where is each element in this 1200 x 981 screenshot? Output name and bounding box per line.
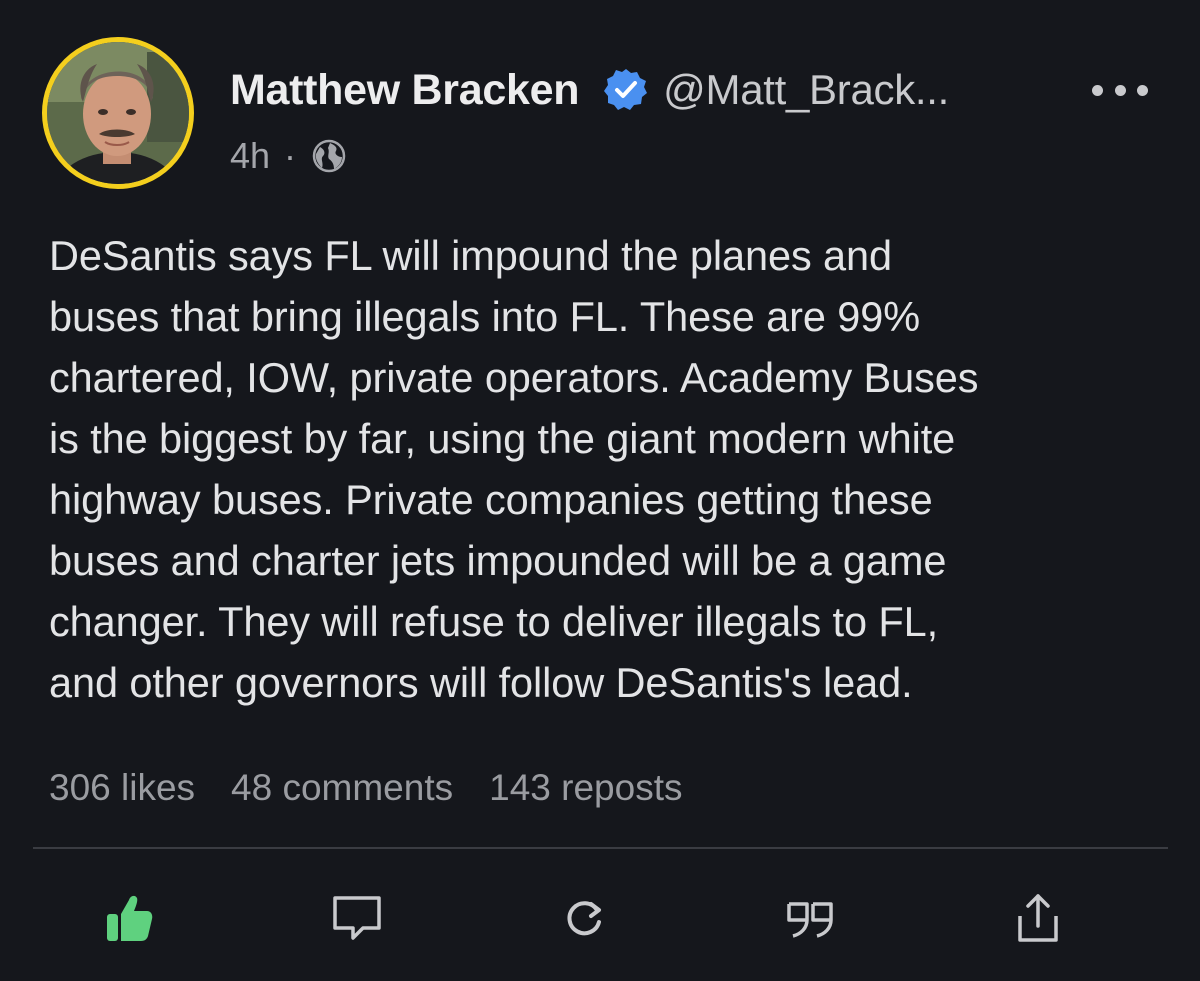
comments-count[interactable]: 48 comments <box>231 767 453 809</box>
post-body-line: is the biggest by far, using the giant m… <box>49 415 956 462</box>
repost-button[interactable] <box>555 888 615 948</box>
post-body-line: and other governors will follow DeSantis… <box>49 659 913 706</box>
divider <box>33 847 1168 849</box>
post-body-line: changer. They will refuse to deliver ill… <box>49 598 939 645</box>
post-body-line: DeSantis says FL will impound the planes… <box>49 232 892 279</box>
post-card: Matthew Bracken @Matt_Brack... 4h · DeSa… <box>0 0 1200 981</box>
post-body: DeSantis says FL will impound the planes… <box>49 225 1169 713</box>
author-name[interactable]: Matthew Bracken <box>230 66 579 115</box>
post-timestamp[interactable]: 4h <box>230 135 270 177</box>
action-bar <box>0 880 1200 960</box>
comment-button[interactable] <box>327 888 387 948</box>
more-options-icon[interactable] <box>1092 78 1148 102</box>
post-body-line: buses that bring illegals into FL. These… <box>49 293 921 340</box>
post-body-line: buses and charter jets impounded will be… <box>49 537 947 584</box>
more-dot <box>1137 84 1148 96</box>
avatar[interactable] <box>42 37 194 189</box>
post-body-line: chartered, IOW, private operators. Acade… <box>49 354 979 401</box>
like-button[interactable] <box>99 888 159 948</box>
post-header: Matthew Bracken @Matt_Brack... 4h · <box>0 0 1200 200</box>
reposts-count[interactable]: 143 reposts <box>489 767 682 809</box>
post-stats: 306 likes 48 comments 143 reposts <box>49 762 718 814</box>
repost-icon <box>567 901 601 936</box>
more-dot <box>1114 84 1126 96</box>
meta-separator: · <box>284 135 297 176</box>
globe-icon <box>310 137 348 175</box>
post-meta: 4h · <box>230 132 348 180</box>
share-icon <box>1018 894 1058 942</box>
quote-icon <box>787 902 833 938</box>
comment-bubble-icon <box>333 896 381 940</box>
share-button[interactable] <box>1008 888 1068 948</box>
verified-badge-icon <box>603 67 649 113</box>
author-row: Matthew Bracken @Matt_Brack... <box>230 62 949 118</box>
quote-button[interactable] <box>781 888 841 948</box>
author-handle[interactable]: @Matt_Brack... <box>663 66 949 114</box>
post-body-line: highway buses. Private companies getting… <box>49 476 933 523</box>
likes-count[interactable]: 306 likes <box>49 767 195 809</box>
more-dot <box>1092 84 1103 96</box>
thumbs-up-icon <box>107 895 153 941</box>
avatar-photo <box>47 42 189 184</box>
